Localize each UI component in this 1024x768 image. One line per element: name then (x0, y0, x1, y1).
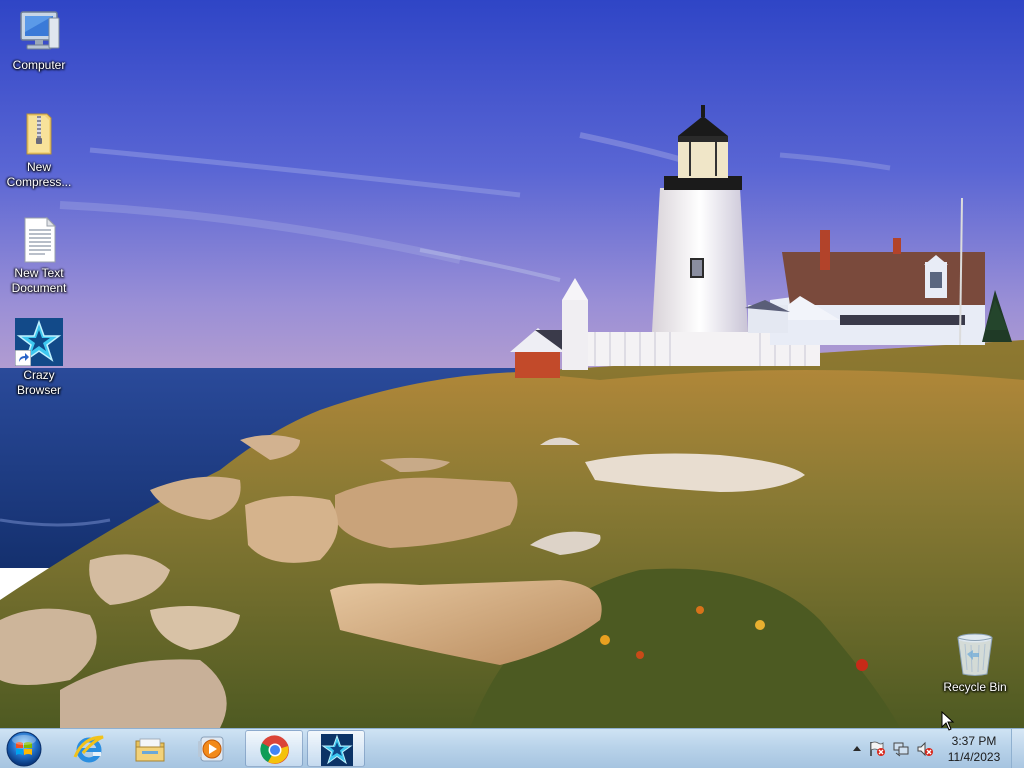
start-button[interactable] (4, 730, 44, 768)
taskbar-media-player-button[interactable] (182, 730, 240, 767)
show-hidden-icons-button[interactable] (848, 741, 866, 757)
windows-start-orb-icon (6, 731, 42, 767)
taskbar: 3:37 PM 11/4/2023 (0, 728, 1024, 768)
show-desktop-button[interactable] (1011, 729, 1024, 768)
crazy-browser-icon (15, 318, 63, 366)
desktop-icon-label: New Compress... (6, 160, 72, 189)
zip-folder-icon (15, 110, 63, 158)
taskbar-file-explorer-button[interactable] (121, 730, 179, 767)
mouse-cursor-icon (941, 710, 955, 731)
crazy-browser-icon (321, 734, 353, 766)
desktop-wallpaper (0, 0, 1024, 728)
network-button[interactable] (892, 741, 910, 757)
text-document-icon (15, 216, 63, 264)
desktop-icon-label: Crazy Browser (16, 368, 61, 397)
shortcut-arrow-icon (15, 350, 31, 366)
desktop-icon-label: Recycle Bin (943, 680, 1007, 694)
taskbar-chrome-button[interactable] (245, 730, 303, 767)
clock-time: 3:37 PM (951, 734, 997, 748)
desktop[interactable]: Computer New Compress... New Text Docume… (0, 0, 1024, 768)
recycle-bin-icon (951, 630, 999, 678)
clock[interactable]: 3:37 PM 11/4/2023 (940, 733, 1008, 765)
action-center-button[interactable] (868, 741, 886, 757)
system-tray: 3:37 PM 11/4/2023 (818, 729, 1008, 768)
desktop-icon-recycle-bin[interactable]: Recycle Bin (936, 630, 1014, 695)
desktop-icon-new-text-document[interactable]: New Text Document (0, 216, 78, 296)
file-explorer-icon (135, 738, 165, 762)
show-hidden-icons-chevron-icon (853, 746, 861, 751)
desktop-icon-label: New Text Document (11, 266, 67, 295)
desktop-icon-compressed-folder[interactable]: New Compress... (0, 110, 78, 190)
volume-button[interactable] (916, 741, 934, 757)
action-center-flag-icon (870, 741, 885, 756)
desktop-icon-computer[interactable]: Computer (0, 8, 78, 73)
network-icon (893, 742, 909, 757)
volume-muted-icon (917, 741, 933, 757)
chrome-icon (260, 735, 289, 764)
taskbar-internet-explorer-button[interactable] (60, 730, 118, 767)
media-player-icon (198, 736, 224, 762)
taskbar-crazy-browser-button[interactable] (307, 730, 365, 767)
internet-explorer-icon (73, 735, 104, 763)
desktop-icon-label: Computer (12, 58, 66, 72)
desktop-icon-crazy-browser[interactable]: Crazy Browser (0, 318, 78, 398)
computer-icon (15, 8, 63, 56)
clock-date: 11/4/2023 (947, 750, 1001, 764)
